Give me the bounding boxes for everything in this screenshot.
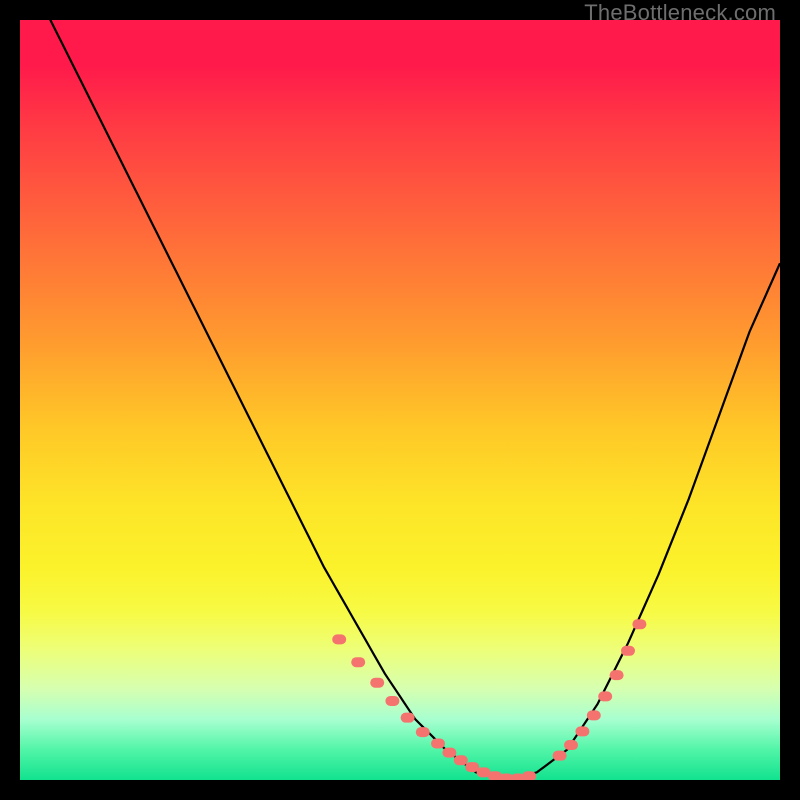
highlight-dot [431, 739, 445, 749]
highlight-dot [575, 726, 589, 736]
highlight-dot [553, 751, 567, 761]
highlight-dot [385, 696, 399, 706]
highlight-dot [621, 646, 635, 656]
highlight-dot [401, 713, 415, 723]
curve-svg [20, 20, 780, 780]
highlight-dot [632, 619, 646, 629]
highlight-dot [416, 727, 430, 737]
highlight-dot [610, 670, 624, 680]
highlight-dot [598, 691, 612, 701]
chart-container: TheBottleneck.com [0, 0, 800, 800]
bottleneck-curve [20, 20, 780, 780]
highlight-dot [442, 748, 456, 758]
highlight-dot [332, 634, 346, 644]
highlight-dot [564, 740, 578, 750]
plot-area [20, 20, 780, 780]
highlight-dot [587, 710, 601, 720]
highlight-dot [351, 657, 365, 667]
highlight-dot [522, 771, 536, 780]
highlight-dot [454, 755, 468, 765]
highlight-dot [370, 678, 384, 688]
